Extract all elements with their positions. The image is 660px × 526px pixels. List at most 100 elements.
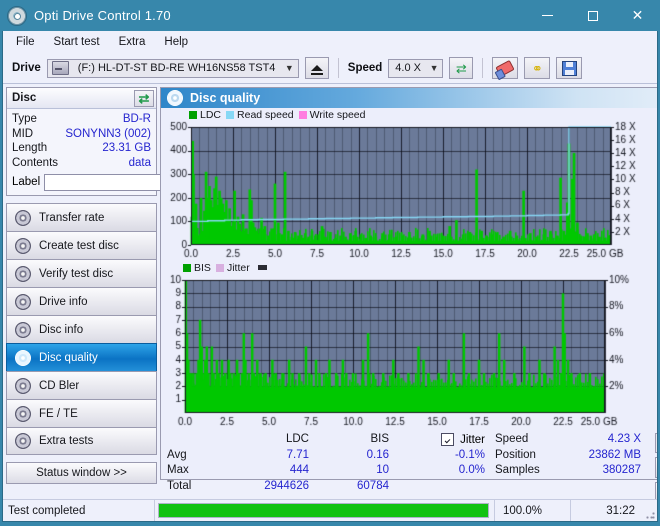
disc-quality-header: Disc quality bbox=[161, 88, 657, 108]
quality-pane: Disc quality LDC Read speed Write speed … bbox=[160, 84, 657, 503]
disc-icon bbox=[15, 405, 31, 422]
sidebar-item-cd-bler[interactable]: CD Bler bbox=[6, 371, 157, 399]
status-window-button[interactable]: Status window >> bbox=[6, 462, 157, 484]
jitter-checkbox[interactable] bbox=[441, 433, 455, 447]
disc-refresh-button[interactable]: ⇄ bbox=[134, 89, 154, 107]
disc-row-type: Type BD-R bbox=[12, 112, 151, 127]
stats-header-bis: BIS bbox=[370, 433, 389, 445]
sidebar-item-label: Extra tests bbox=[39, 435, 94, 447]
minimize-button[interactable] bbox=[525, 0, 570, 31]
stats-avg-ldc: 7.71 bbox=[286, 448, 309, 461]
position-row: Position 23862 MB bbox=[495, 448, 647, 464]
chevron-down-icon: ▼ bbox=[284, 63, 294, 73]
stats-row-label-total: Total bbox=[167, 479, 192, 492]
sidebar-item-disc-info[interactable]: Disc info bbox=[6, 315, 157, 343]
speed-row: Speed 4.23 X bbox=[495, 432, 647, 448]
progress-percent: 100.0% bbox=[495, 499, 571, 521]
sidebar-item-label: Verify test disc bbox=[39, 267, 114, 280]
stats-avg-bis: 0.16 bbox=[366, 448, 389, 461]
speed-key-label: Speed bbox=[495, 433, 529, 445]
sidebar-item-transfer-rate[interactable]: Transfer rate bbox=[6, 203, 157, 231]
progress-bar bbox=[158, 502, 489, 518]
menu-extra[interactable]: Extra bbox=[115, 34, 155, 51]
sidebar-item-verify-test-disc[interactable]: Verify test disc bbox=[6, 259, 157, 287]
legend-label-bis: BIS bbox=[194, 261, 211, 274]
disc-icon bbox=[15, 377, 31, 394]
test-speed-value: 4.0 X bbox=[656, 437, 657, 449]
progress-bar-wrapper bbox=[155, 499, 495, 521]
disc-contents-label: Contents bbox=[12, 156, 59, 169]
legend-top: LDC Read speed Write speed bbox=[161, 108, 657, 121]
legend-swatch-write-speed bbox=[298, 110, 307, 119]
window-controls: ✕ bbox=[525, 0, 660, 31]
ldc-chart bbox=[161, 121, 653, 261]
jitter-header: Jitter bbox=[393, 432, 485, 448]
disc-quality-panel: Disc quality LDC Read speed Write speed … bbox=[160, 87, 657, 503]
legend-swatch-jitter bbox=[215, 263, 224, 272]
menu-file[interactable]: File bbox=[12, 34, 44, 51]
application-window: Opti Drive Control 1.70 ✕ File Start tes… bbox=[0, 0, 660, 526]
test-speed-select[interactable]: 4.0 X ▼ bbox=[655, 433, 657, 453]
status-message: Test completed bbox=[3, 499, 155, 521]
disc-icon bbox=[15, 265, 31, 282]
legend-label-write-speed: Write speed bbox=[309, 108, 366, 121]
drive-select[interactable]: (F:) HL-DT-ST BD-RE WH16NS58 TST4 ▼ bbox=[46, 58, 299, 78]
table-row: Avg 7.71 0.16 bbox=[167, 448, 393, 464]
disc-panel-title: Disc bbox=[12, 92, 37, 104]
window-title: Opti Drive Control 1.70 bbox=[34, 8, 171, 23]
refresh-button[interactable]: ⇄ bbox=[449, 57, 474, 79]
client-area: File Start test Extra Help Drive (F:) HL… bbox=[2, 31, 658, 522]
sidebar-item-disc-quality[interactable]: Disc quality bbox=[6, 343, 157, 371]
speed-select[interactable]: 4.0 X ▼ bbox=[388, 58, 444, 78]
position-value: 23862 MB bbox=[588, 448, 641, 461]
keys-button[interactable]: ⚭ bbox=[524, 57, 551, 79]
legend-item-ldc: LDC bbox=[189, 109, 221, 121]
sidebar-nav: Transfer rate Create test disc Verify te… bbox=[6, 203, 157, 455]
disc-quality-title: Disc quality bbox=[190, 91, 261, 105]
elapsed-time: 31:22 bbox=[606, 504, 635, 517]
save-button[interactable] bbox=[556, 57, 583, 79]
close-button[interactable]: ✕ bbox=[615, 0, 660, 31]
disc-icon bbox=[167, 90, 183, 106]
samples-key-label: Samples bbox=[495, 464, 540, 476]
maximize-button[interactable] bbox=[570, 0, 615, 31]
sidebar-item-create-test-disc[interactable]: Create test disc bbox=[6, 231, 157, 259]
samples-row: Samples 380287 bbox=[495, 463, 647, 479]
sidebar-item-label: Drive info bbox=[39, 295, 88, 308]
toolbar-divider-1 bbox=[337, 58, 339, 78]
disc-row-contents: Contents data bbox=[12, 156, 151, 171]
keys-icon: ⚭ bbox=[531, 60, 543, 76]
disc-contents-value: data bbox=[128, 156, 151, 169]
legend-label-read-speed: Read speed bbox=[237, 108, 294, 121]
table-row: Max 444 10 bbox=[167, 463, 393, 479]
legend-marker-icon bbox=[257, 265, 267, 270]
eject-button[interactable] bbox=[304, 57, 329, 79]
menu-help[interactable]: Help bbox=[160, 34, 197, 51]
speed-column: Speed 4.23 X Position 23862 MB Samples 3… bbox=[485, 432, 647, 503]
sidebar-item-label: Disc quality bbox=[39, 351, 98, 364]
status-bar: Test completed 100.0% 31:22 bbox=[3, 499, 657, 521]
position-key-label: Position bbox=[495, 448, 536, 461]
sidebar-item-drive-info[interactable]: Drive info bbox=[6, 287, 157, 315]
menu-start-test[interactable]: Start test bbox=[50, 34, 109, 51]
drive-icon bbox=[51, 61, 69, 75]
resize-grip[interactable] bbox=[643, 500, 657, 522]
close-icon: ✕ bbox=[631, 7, 644, 24]
sidebar-item-fe-te[interactable]: FE / TE bbox=[6, 399, 157, 427]
start-full-button[interactable]: Start full bbox=[655, 457, 657, 478]
legend-item-bis: BIS bbox=[183, 262, 211, 274]
menu-bar: File Start test Extra Help bbox=[3, 31, 657, 53]
action-column: 4.0 X ▼ Start full Start part bbox=[647, 432, 657, 503]
samples-value: 380287 bbox=[602, 464, 641, 476]
app-disc-icon bbox=[7, 5, 27, 26]
stats-area: LDC BIS Avg 7.71 0.16 Max 444 10 Total 2… bbox=[161, 429, 657, 503]
sidebar-item-label: CD Bler bbox=[39, 379, 80, 392]
stats-row-label-avg: Avg bbox=[167, 448, 187, 461]
erase-button[interactable] bbox=[492, 57, 519, 79]
sidebar-item-label: Transfer rate bbox=[39, 211, 105, 224]
floppy-save-icon bbox=[561, 60, 577, 76]
sidebar-item-extra-tests[interactable]: Extra tests bbox=[6, 427, 157, 455]
legend-label-jitter: Jitter bbox=[226, 261, 250, 274]
legend-item-jitter: Jitter bbox=[215, 261, 250, 274]
disc-type-value: BD-R bbox=[122, 113, 151, 125]
